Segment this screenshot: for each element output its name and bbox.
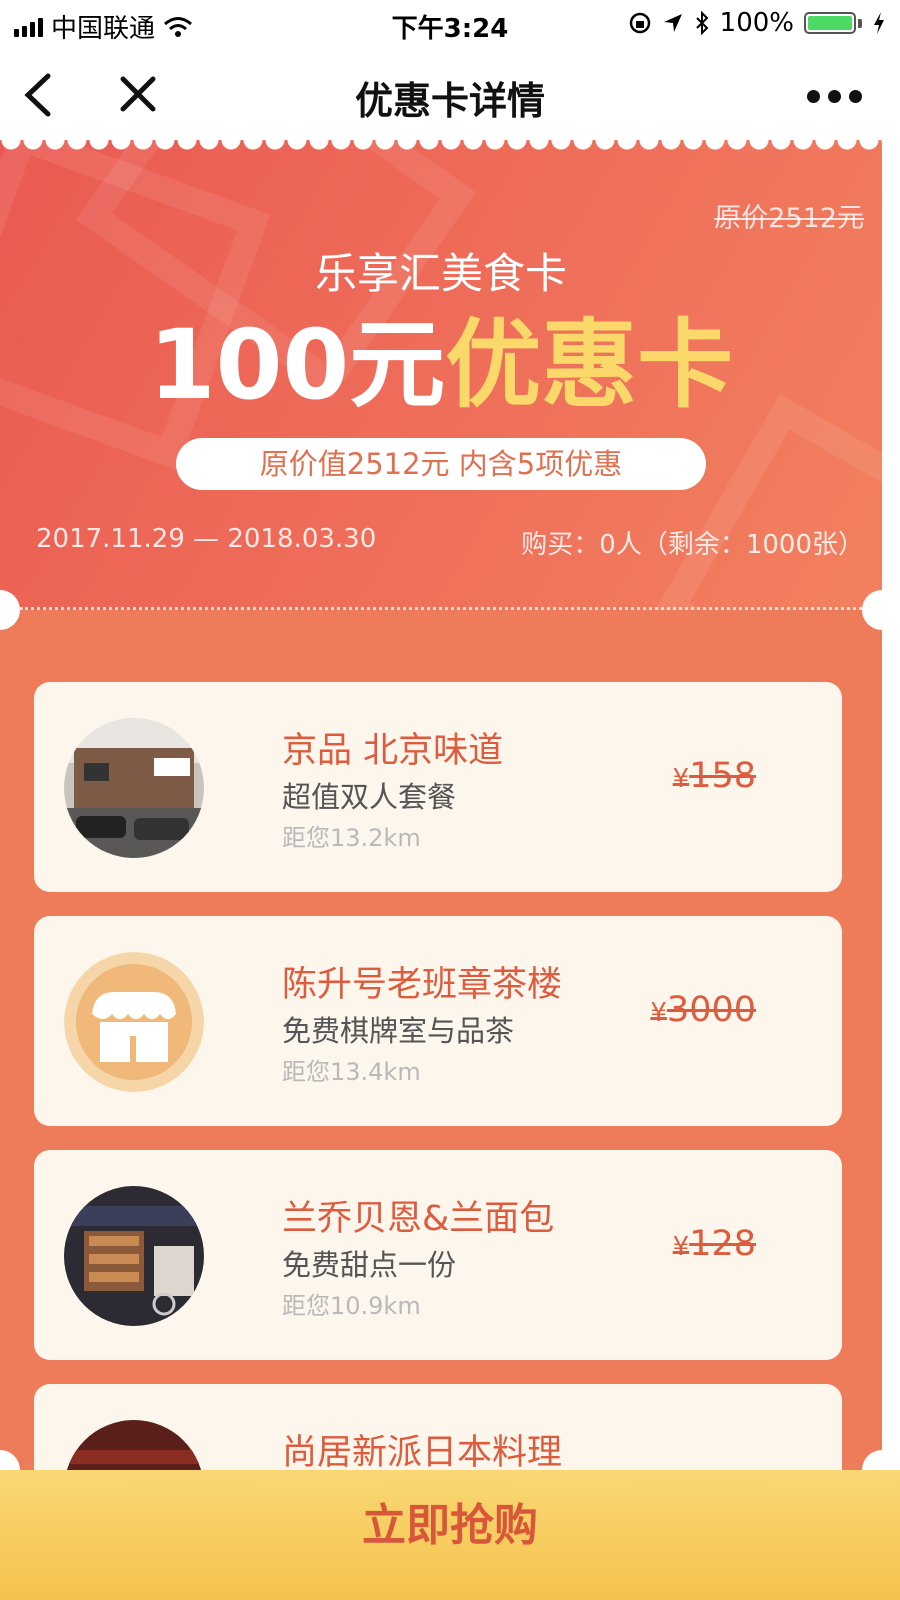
location-icon	[663, 14, 682, 32]
item-name: 陈升号老班章茶楼	[282, 965, 563, 1005]
currency-symbol: ¥	[650, 998, 667, 1028]
currency-symbol: ¥	[672, 764, 690, 794]
battery-icon	[804, 12, 856, 34]
price-value: 128	[689, 1224, 756, 1264]
charging-icon	[874, 12, 884, 34]
more-options-icon[interactable]	[807, 90, 862, 103]
headline-label: 优惠卡	[445, 309, 734, 421]
battery-percent: 100%	[719, 8, 794, 38]
currency-symbol: ¥	[672, 1232, 690, 1262]
ticket-scallop-edge	[0, 140, 882, 152]
item-distance: 距您13.4km	[282, 1058, 421, 1086]
card-name: 乐享汇美食卡	[314, 249, 567, 298]
buy-now-button[interactable]: 立即抢购	[0, 1470, 900, 1600]
status-bar: 中国联通 下午3:24 100%	[0, 0, 900, 48]
purchase-info: 购买：0人（剩余：1000张）	[521, 530, 864, 560]
item-description: 超值双人套餐	[282, 780, 457, 814]
navigation-bar: 优惠卡详情	[0, 48, 900, 140]
item-name: 兰乔贝恩&兰面包	[282, 1199, 555, 1239]
battery-tip	[858, 18, 862, 28]
list-item[interactable]: 陈升号老班章茶楼 免费棋牌室与品茶 距您13.4km ¥3000	[34, 916, 842, 1126]
item-distance: 距您13.2km	[282, 824, 421, 852]
list-item[interactable]: 京品 北京味道 超值双人套餐 距您13.2km ¥158	[34, 682, 842, 892]
list-item[interactable]: 兰乔贝恩&兰面包 免费甜点一份 距您10.9km ¥128	[34, 1150, 842, 1360]
item-description: 免费甜点一份	[282, 1248, 457, 1282]
item-price: ¥158	[673, 756, 756, 796]
price-value: 158	[689, 756, 756, 796]
original-price: 原价2512元	[714, 203, 864, 234]
item-price: ¥128	[673, 1224, 756, 1264]
bluetooth-icon	[695, 11, 709, 35]
headline-amount: 100元	[148, 309, 446, 421]
restaurant-photo	[64, 718, 204, 858]
card-headline: 100元优惠卡	[0, 310, 882, 420]
price-value: 3000	[666, 990, 756, 1030]
item-name: 京品 北京味道	[282, 731, 504, 771]
page-title: 优惠卡详情	[354, 79, 545, 123]
orientation-lock-icon	[629, 12, 650, 34]
restaurant-photo	[64, 1186, 204, 1326]
item-name: 尚居新派日本料理	[282, 1433, 563, 1473]
validity-dates: 2017.11.29 — 2018.03.30	[36, 524, 377, 554]
shop-placeholder-icon	[64, 952, 204, 1092]
card-summary-pill: 原价值2512元 内含5项优惠	[176, 438, 706, 490]
card-right-edge	[882, 140, 900, 1600]
perforation-divider	[20, 607, 862, 610]
item-description: 免费棋牌室与品茶	[282, 1014, 515, 1048]
item-distance: 距您10.9km	[282, 1292, 421, 1320]
decorative-shape	[653, 393, 882, 610]
item-price: ¥3000	[650, 990, 756, 1030]
